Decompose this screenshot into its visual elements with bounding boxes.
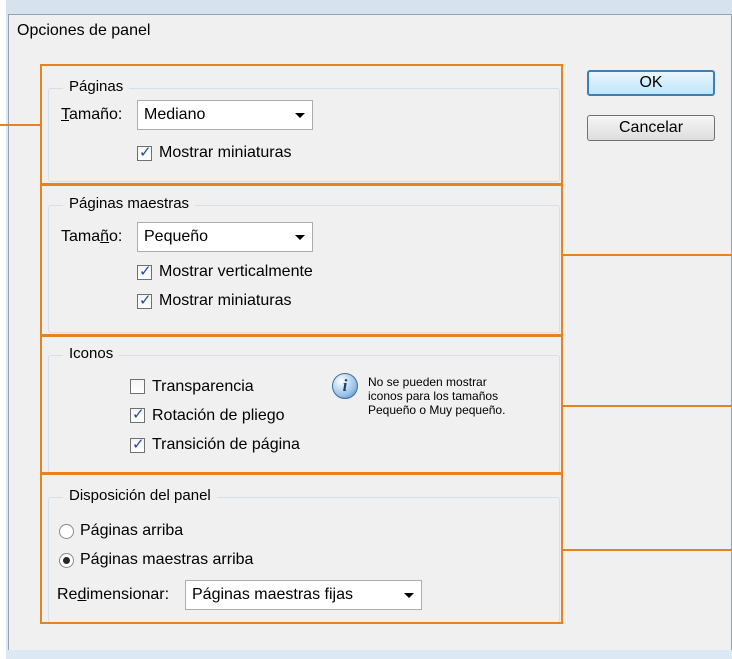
callout-leader-iconos [563,405,732,407]
callout-leader-maestras [563,254,732,256]
callout-leader-paginas [0,124,40,126]
highlight-paginas-maestras [40,184,563,336]
window-frame-bottom [8,650,732,659]
dialog-title: Opciones de panel [17,22,151,39]
ok-button[interactable]: OK [587,70,715,96]
window-frame-edge [0,0,6,659]
callout-leader-disposicion [563,549,732,551]
cancel-button[interactable]: Cancelar [587,115,715,141]
highlight-disposicion [40,473,563,624]
highlight-iconos [40,335,563,474]
highlight-paginas [40,64,563,185]
